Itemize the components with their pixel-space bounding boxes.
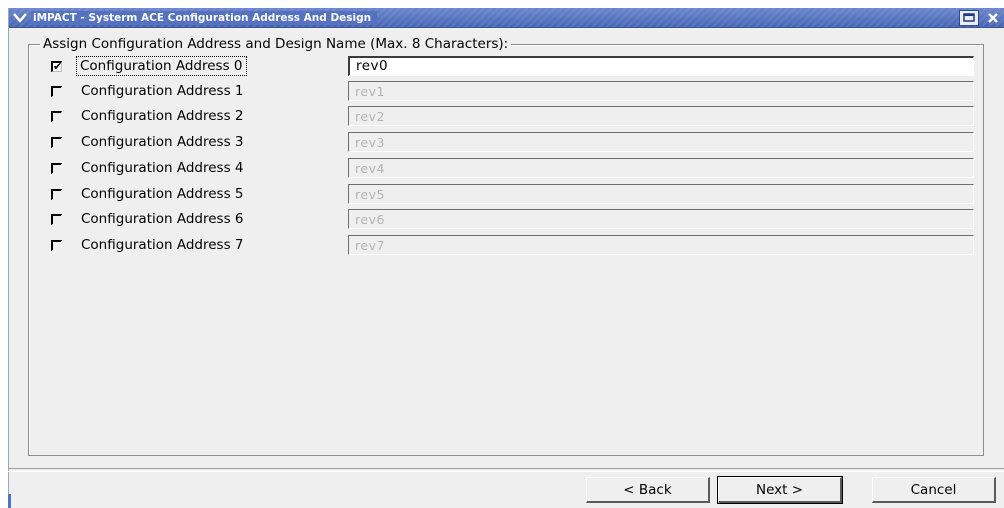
design-name-input-7[interactable]: rev7 bbox=[348, 235, 974, 255]
address-checkbox-5[interactable] bbox=[51, 189, 62, 200]
address-checkbox-3[interactable] bbox=[51, 137, 62, 148]
address-checkbox-0[interactable]: ✔ bbox=[51, 61, 62, 72]
address-label-4[interactable]: Configuration Address 4 bbox=[78, 159, 247, 177]
address-label-3[interactable]: Configuration Address 3 bbox=[78, 133, 247, 151]
address-checkbox-6[interactable] bbox=[51, 214, 62, 225]
cancel-button[interactable]: Cancel bbox=[872, 477, 996, 503]
design-name-input-4[interactable]: rev4 bbox=[348, 158, 974, 178]
design-name-input-6[interactable]: rev6 bbox=[348, 209, 974, 229]
chevron-down-icon[interactable] bbox=[11, 10, 29, 26]
address-label-0[interactable]: Configuration Address 0 bbox=[76, 56, 247, 76]
window-title: iMPACT - Systerm ACE Configuration Addre… bbox=[31, 11, 378, 25]
address-checkbox-1[interactable] bbox=[51, 86, 62, 97]
design-name-input-2[interactable]: rev2 bbox=[348, 106, 974, 126]
title-bar[interactable]: iMPACT - Systerm ACE Configuration Addre… bbox=[9, 8, 1004, 28]
address-checkbox-7[interactable] bbox=[51, 240, 62, 251]
address-checkbox-2[interactable] bbox=[51, 111, 62, 122]
address-checkbox-4[interactable] bbox=[51, 163, 62, 174]
address-label-5[interactable]: Configuration Address 5 bbox=[78, 185, 247, 203]
address-label-6[interactable]: Configuration Address 6 bbox=[78, 210, 247, 228]
address-label-1[interactable]: Configuration Address 1 bbox=[78, 82, 247, 100]
design-name-input-5[interactable]: rev5 bbox=[348, 184, 974, 204]
address-label-7[interactable]: Configuration Address 7 bbox=[78, 236, 247, 254]
design-name-input-3[interactable]: rev3 bbox=[348, 132, 974, 152]
back-button[interactable]: < Back bbox=[586, 477, 710, 503]
button-separator bbox=[8, 468, 1004, 472]
next-button[interactable]: Next > bbox=[717, 476, 843, 504]
design-name-input-1[interactable]: rev1 bbox=[348, 81, 974, 101]
check-mark-icon: ✔ bbox=[53, 60, 63, 73]
maximize-icon[interactable] bbox=[959, 10, 979, 26]
close-icon[interactable] bbox=[983, 10, 1003, 26]
group-box-label: Assign Configuration Address and Design … bbox=[40, 36, 512, 52]
design-name-input-0[interactable]: rev0 bbox=[348, 56, 974, 76]
address-label-2[interactable]: Configuration Address 2 bbox=[78, 107, 247, 125]
window-edge-accent bbox=[8, 494, 11, 508]
